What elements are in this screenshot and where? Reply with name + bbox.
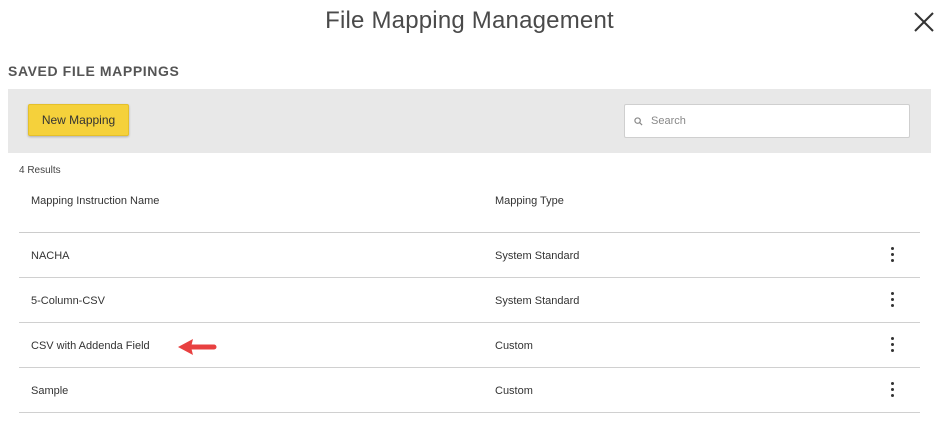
search-icon [634, 117, 643, 126]
mapping-type: Custom [495, 340, 533, 352]
mapping-name: NACHA [31, 250, 70, 262]
column-header-type: Mapping Type [495, 195, 564, 207]
table-header: Mapping Instruction Name Mapping Type [19, 181, 920, 233]
section-heading: SAVED FILE MAPPINGS [8, 63, 180, 79]
mapping-name: Sample [31, 385, 69, 397]
more-vertical-icon[interactable] [887, 382, 897, 400]
mapping-name: 5-Column-CSV [31, 295, 105, 307]
dialog-title: File Mapping Management [325, 7, 614, 34]
arrow-left-icon [178, 339, 217, 355]
mapping-type: System Standard [495, 295, 580, 307]
table-row[interactable]: NACHA System Standard [19, 233, 920, 278]
table-row[interactable]: CSV with Addenda Field Custom [19, 323, 920, 368]
results-count: 4 Results [19, 165, 61, 176]
mapping-type: Custom [495, 385, 533, 397]
table-row[interactable]: Sample Custom [19, 368, 920, 413]
mappings-table: Mapping Instruction Name Mapping Type NA… [19, 181, 920, 413]
table-row[interactable]: 5-Column-CSV System Standard [19, 278, 920, 323]
more-vertical-icon[interactable] [887, 247, 897, 265]
mapping-type: System Standard [495, 250, 580, 262]
search-input[interactable] [651, 105, 901, 137]
more-vertical-icon[interactable] [887, 337, 897, 355]
search-box[interactable] [624, 104, 910, 138]
more-vertical-icon[interactable] [887, 292, 897, 310]
toolbar: New Mapping [8, 89, 931, 153]
new-mapping-button[interactable]: New Mapping [28, 104, 129, 136]
close-icon[interactable] [912, 10, 936, 34]
column-header-name: Mapping Instruction Name [31, 195, 160, 207]
mapping-name: CSV with Addenda Field [31, 340, 150, 352]
